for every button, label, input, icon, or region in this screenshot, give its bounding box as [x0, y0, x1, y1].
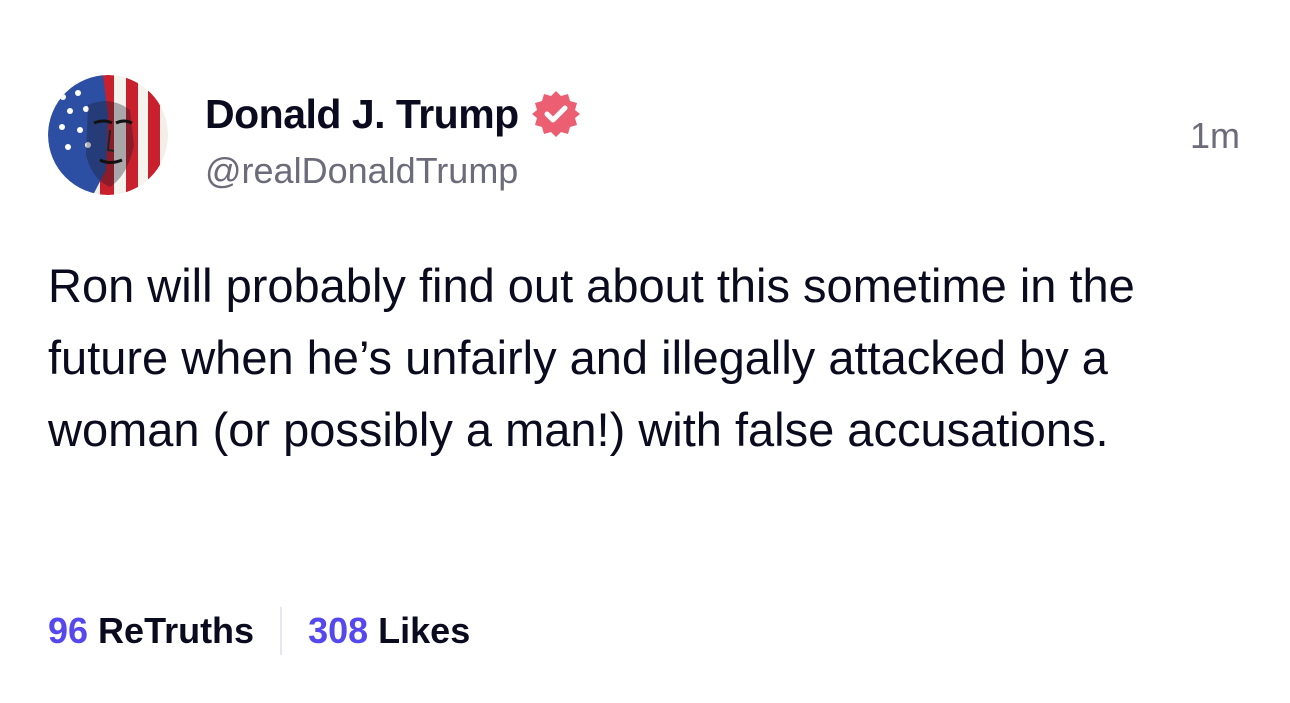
post-stats: 96 ReTruths 308 Likes [48, 605, 470, 657]
author-handle[interactable]: @realDonaldTrump [205, 150, 518, 192]
verified-badge-icon [531, 89, 581, 139]
truth-post: Donald J. Trump @realDonaldTrump 1m Ron … [0, 0, 1290, 703]
retruths-count: 96 [48, 610, 89, 651]
retruths-stat[interactable]: 96 ReTruths [48, 610, 254, 652]
author-display-name[interactable]: Donald J. Trump [205, 91, 519, 138]
author-name-row: Donald J. Trump [205, 88, 581, 140]
avatar[interactable] [48, 75, 168, 195]
retruths-label: ReTruths [98, 610, 255, 651]
flag-portrait-avatar-icon [48, 75, 168, 195]
post-timestamp[interactable]: 1m [1190, 115, 1240, 157]
likes-label: Likes [378, 610, 471, 651]
post-body-text: Ron will probably find out about this so… [48, 259, 1135, 456]
likes-count: 308 [308, 610, 369, 651]
likes-stat[interactable]: 308 Likes [308, 610, 470, 652]
stats-divider [280, 607, 283, 655]
